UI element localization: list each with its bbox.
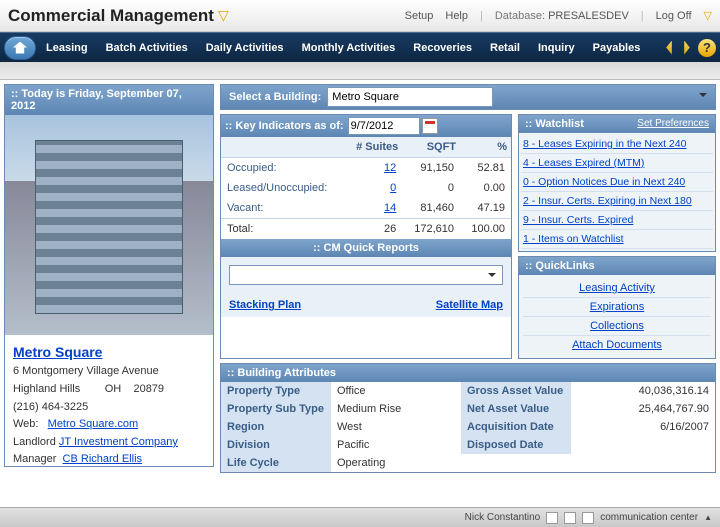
building-city-row: Highland Hills OH 20879 <box>13 381 205 399</box>
watchlist-item[interactable]: 9 - Insur. Certs. Expired <box>521 211 713 230</box>
status-bar: Nick Constantino communication center ▲ <box>0 507 720 527</box>
main-menu: Leasing Batch Activities Daily Activitie… <box>0 32 720 62</box>
home-icon <box>13 42 27 54</box>
menu-batch[interactable]: Batch Activities <box>98 36 196 60</box>
quicklinks-panel: :: QuickLinks Leasing Activity Expiratio… <box>518 256 716 359</box>
ba-table: Property TypeOfficeGross Asset Value40,0… <box>221 382 715 472</box>
status-indicator[interactable] <box>582 512 594 524</box>
leased-suites-link[interactable]: 0 <box>390 182 396 194</box>
expand-icon[interactable]: ▲ <box>704 513 712 522</box>
building-attributes-panel: :: Building Attributes Property TypeOffi… <box>220 363 716 473</box>
footer-user: Nick Constantino <box>465 512 541 523</box>
menu-recoveries[interactable]: Recoveries <box>405 36 480 60</box>
app-title: Commercial Management <box>8 6 214 26</box>
today-header: :: Today is Friday, September 07, 2012 <box>5 85 213 115</box>
menu-monthly[interactable]: Monthly Activities <box>294 36 404 60</box>
status-indicator[interactable] <box>564 512 576 524</box>
quicklink-item[interactable]: Expirations <box>523 298 711 317</box>
ki-header: :: Key Indicators as of: <box>225 120 344 132</box>
ki-date-input[interactable] <box>348 117 420 135</box>
chevron-down-icon <box>488 273 496 281</box>
watchlist-item[interactable]: 8 - Leases Expiring in the Next 240 <box>521 135 713 154</box>
watchlist-header: :: Watchlist <box>525 118 584 130</box>
manager-label: Manager <box>13 453 56 465</box>
database-value: PRESALESDEV <box>548 10 629 22</box>
landlord-label: Landlord <box>13 436 56 448</box>
quicklink-item[interactable]: Collections <box>523 317 711 336</box>
quicklinks-header: :: QuickLinks <box>519 257 715 275</box>
watchlist-panel: :: Watchlist Set Preferences 8 - Leases E… <box>518 114 716 252</box>
satellite-map-link[interactable]: Satellite Map <box>436 299 503 311</box>
logoff-icon[interactable]: ▽ <box>704 9 712 22</box>
watchlist-item[interactable]: 0 - Option Notices Due in Next 240 <box>521 173 713 192</box>
watchlist-item[interactable]: 4 - Leases Expired (MTM) <box>521 154 713 173</box>
menu-daily[interactable]: Daily Activities <box>198 36 292 60</box>
title-dropdown-icon[interactable]: ▽ <box>218 7 229 24</box>
stacking-plan-link[interactable]: Stacking Plan <box>229 299 301 311</box>
building-phone: (216) 464-3225 <box>13 399 205 417</box>
web-label: Web: <box>13 418 38 430</box>
web-link[interactable]: Metro Square.com <box>48 418 138 430</box>
table-row-total: Total:26172,610100.00 <box>221 219 511 240</box>
quicklink-item[interactable]: Attach Documents <box>523 336 711 354</box>
help-link[interactable]: Help <box>445 10 468 22</box>
setup-link[interactable]: Setup <box>405 10 434 22</box>
today-panel: :: Today is Friday, September 07, 2012 M… <box>4 84 214 467</box>
communication-center-link[interactable]: communication center <box>600 512 698 523</box>
quicklink-item[interactable]: Leasing Activity <box>523 279 711 298</box>
logoff-link[interactable]: Log Off <box>656 10 692 22</box>
quick-reports-header: :: CM Quick Reports <box>221 239 511 257</box>
select-building-label: Select a Building: <box>223 91 327 103</box>
database-label: Database: <box>495 10 545 22</box>
key-indicators-panel: :: Key Indicators as of: # SuitesSQFT% O… <box>220 114 512 359</box>
menu-inquiry[interactable]: Inquiry <box>530 36 583 60</box>
chevron-down-icon[interactable] <box>699 93 707 101</box>
watchlist-item[interactable]: 2 - Insur. Certs. Expiring in Next 180 <box>521 192 713 211</box>
set-preferences-link[interactable]: Set Preferences <box>637 118 709 130</box>
landlord-link[interactable]: JT Investment Company <box>59 436 178 448</box>
status-indicator[interactable] <box>546 512 558 524</box>
occupied-suites-link[interactable]: 12 <box>384 162 396 174</box>
select-building-dropdown[interactable] <box>327 87 493 107</box>
select-building-bar: Select a Building: <box>220 84 716 110</box>
building-address: 6 Montgomery Village Avenue <box>13 363 205 381</box>
building-image <box>5 115 213 335</box>
menu-retail[interactable]: Retail <box>482 36 528 60</box>
help-icon[interactable]: ? <box>698 39 716 57</box>
watchlist-item[interactable]: 1 - Items on Watchlist <box>521 230 713 249</box>
menu-leasing[interactable]: Leasing <box>38 36 96 60</box>
calendar-icon[interactable] <box>422 118 438 134</box>
table-row: Occupied:1291,15052.81 <box>221 158 511 179</box>
home-button[interactable] <box>4 36 36 60</box>
manager-link[interactable]: CB Richard Ellis <box>63 453 142 465</box>
nav-prev-icon[interactable] <box>662 41 676 55</box>
vacant-suites-link[interactable]: 14 <box>384 202 396 214</box>
sub-toolbar <box>0 62 720 80</box>
ba-header: :: Building Attributes <box>221 364 715 382</box>
building-name-link[interactable]: Metro Square <box>13 341 205 363</box>
nav-next-icon[interactable] <box>680 41 694 55</box>
quick-reports-dropdown[interactable] <box>229 265 503 285</box>
table-row: Leased/Unoccupied:000.00 <box>221 178 511 198</box>
title-bar: Commercial Management ▽ Setup Help | Dat… <box>0 0 720 32</box>
table-row: Vacant:1481,46047.19 <box>221 198 511 219</box>
ki-table: # SuitesSQFT% Occupied:1291,15052.81 Lea… <box>221 137 511 239</box>
menu-payables[interactable]: Payables <box>585 36 649 60</box>
